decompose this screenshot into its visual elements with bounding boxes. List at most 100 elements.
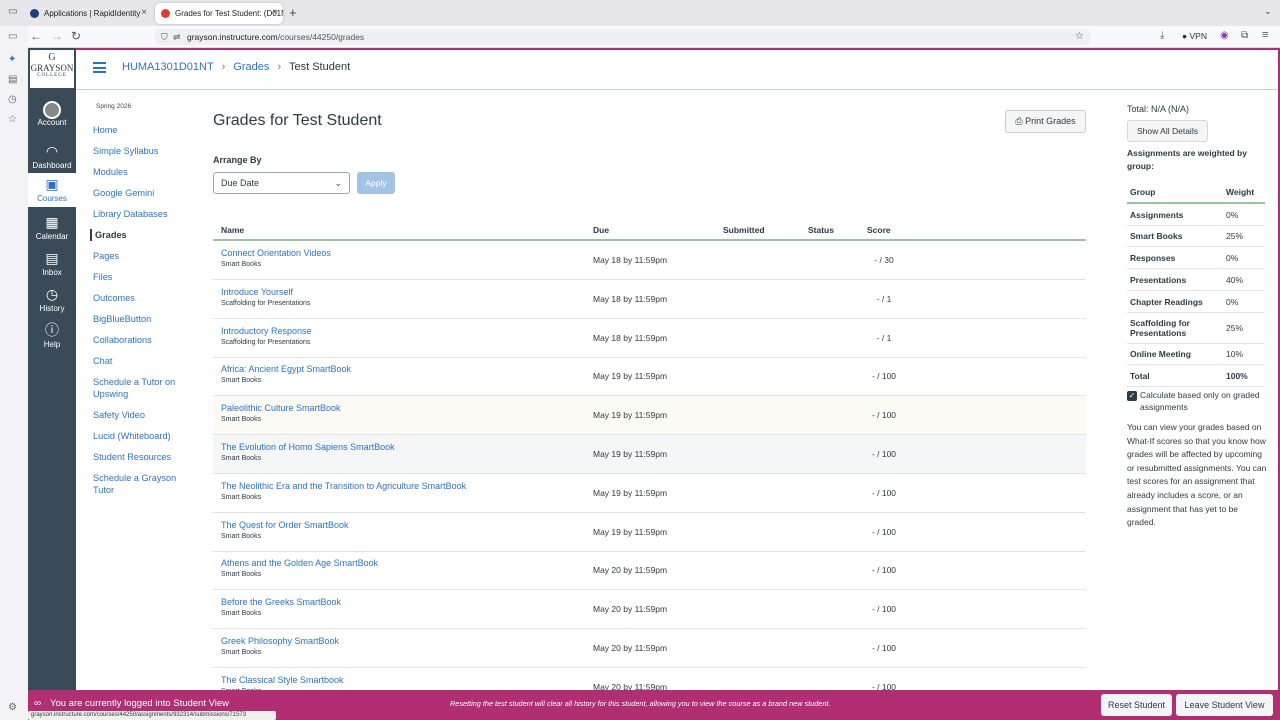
- leave-student-view-button[interactable]: Leave Student View: [1176, 694, 1273, 716]
- bookmarks-star-icon[interactable]: ☆: [8, 114, 17, 125]
- assignment-link[interactable]: Africa: Ancient Egypt SmartBook: [221, 364, 351, 374]
- address-bar-row: ← → ↻ ⛉ ⇌ grayson.instructure.com/course…: [0, 26, 1280, 48]
- menu-icon[interactable]: ≡: [1262, 29, 1268, 41]
- sidebar-toggle-icon[interactable]: ▭: [8, 6, 17, 17]
- global-nav-courses[interactable]: ▣ Courses: [28, 173, 76, 207]
- extensions-icon[interactable]: ⧉: [1241, 30, 1248, 41]
- page-title: Grades for Test Student: [213, 112, 382, 129]
- print-grades-button[interactable]: ⎙ Print Grades: [1005, 110, 1086, 133]
- chevron-down-icon: ⌄: [334, 178, 342, 188]
- assignment-link[interactable]: Introductory Response: [221, 326, 312, 336]
- weight-group: Chapter Readings: [1130, 296, 1203, 307]
- due-date: May 19 by 11:59pm: [593, 449, 668, 459]
- close-tab-icon[interactable]: ×: [141, 7, 147, 18]
- hamburger-menu-icon[interactable]: [93, 62, 106, 73]
- weight-group: Smart Books: [1130, 231, 1183, 242]
- tab-rapididentity[interactable]: Applications | RapidIdentity ×: [24, 3, 152, 24]
- sidebar-panel-icon[interactable]: ▭: [8, 31, 17, 42]
- course-nav-pages[interactable]: Pages: [93, 250, 183, 262]
- help-icon: ⓘ: [45, 322, 59, 338]
- due-date: May 19 by 11:59pm: [593, 526, 668, 537]
- weight-group: Assignments: [1130, 209, 1184, 220]
- score: - / 1: [876, 293, 892, 304]
- inbox-icon: ▤: [45, 250, 59, 266]
- logo-mark-icon: G: [48, 52, 56, 63]
- due-date: May 20 by 11:59pm: [593, 604, 668, 615]
- arrange-by-select[interactable]: Due Date ⌄: [213, 172, 350, 194]
- breadcrumb-grades-link[interactable]: Grades: [233, 61, 269, 73]
- assignment-link[interactable]: The Neolithic Era and the Transition to …: [221, 481, 466, 491]
- url-field[interactable]: ⛉ ⇌ grayson.instructure.com/courses/4425…: [155, 29, 1090, 45]
- show-all-details-button[interactable]: Show All Details: [1127, 120, 1208, 142]
- course-nav-bigbluebutton[interactable]: BigBlueButton: [93, 313, 183, 325]
- history-clock-icon[interactable]: ◷: [8, 94, 17, 105]
- weight-value: 25%: [1226, 322, 1244, 333]
- calculate-graded-only-label[interactable]: Calculate based only on graded assignmen…: [1140, 390, 1270, 413]
- global-nav-help[interactable]: ⓘ Help: [28, 322, 76, 354]
- assignment-link[interactable]: Introduce Yourself: [221, 287, 293, 297]
- global-nav-calendar[interactable]: ▦ Calendar: [28, 214, 76, 246]
- download-icon[interactable]: ⤓: [1160, 30, 1164, 41]
- course-nav-files[interactable]: Files: [93, 271, 183, 283]
- profile-icon[interactable]: ◉: [1220, 30, 1229, 41]
- assignment-link[interactable]: Greek Philosophy SmartBook: [221, 636, 339, 646]
- assignment-group: Smart Books: [221, 649, 262, 656]
- assignment-link[interactable]: The Evolution of Homo Sapiens SmartBook: [221, 442, 395, 452]
- assignment-link[interactable]: Connect Orientation Videos: [221, 248, 331, 258]
- course-nav-home[interactable]: Home: [93, 124, 183, 136]
- course-nav-student-resources[interactable]: Student Resources: [93, 451, 183, 463]
- course-nav-safety-video[interactable]: Safety Video: [93, 409, 183, 421]
- assignment-link[interactable]: Paleolithic Culture SmartBook: [221, 403, 341, 413]
- score: - / 100: [871, 410, 897, 421]
- assignment-link[interactable]: Athens and the Golden Age SmartBook: [221, 558, 378, 568]
- global-nav-dashboard[interactable]: ◠ Dashboard: [28, 143, 76, 175]
- global-nav-inbox[interactable]: ▤ Inbox: [28, 250, 76, 282]
- sparkle-icon[interactable]: ✦: [8, 54, 16, 65]
- weight-value: 0%: [1226, 253, 1239, 263]
- calculate-graded-only-checkbox[interactable]: ✓: [1127, 391, 1137, 401]
- assignment-group: Smart Books: [221, 532, 262, 540]
- tab-grades[interactable]: Grades for Test Student: (D01N ×: [155, 3, 283, 24]
- weight-value: 40%: [1226, 274, 1244, 285]
- reload-icon[interactable]: ↻: [71, 29, 81, 43]
- weights-header-group: Group: [1130, 186, 1156, 197]
- course-nav-schedule-a-grayson-tutor[interactable]: Schedule a Grayson Tutor: [93, 472, 183, 496]
- assignment-link[interactable]: Before the Greeks SmartBook: [221, 597, 341, 607]
- breadcrumb-course-link[interactable]: HUMA1301D01NT: [122, 61, 214, 73]
- score: - / 1: [876, 332, 892, 343]
- course-nav-modules[interactable]: Modules: [93, 166, 183, 178]
- course-nav-collaborations[interactable]: Collaborations: [93, 334, 183, 346]
- assignment-group: Smart Books: [221, 493, 262, 501]
- grayson-logo[interactable]: G GRAYSON COLLEGE: [30, 50, 74, 88]
- avatar-image[interactable]: [43, 101, 61, 119]
- bookmark-star-icon[interactable]: ☆: [1075, 29, 1084, 45]
- course-nav-grades[interactable]: Grades: [90, 229, 180, 241]
- reader-icon[interactable]: ▤: [8, 74, 17, 85]
- course-nav-google-gemini[interactable]: Google Gemini: [93, 187, 183, 199]
- due-date: May 20 by 11:59pm: [593, 565, 668, 576]
- course-nav-simple-syllabus[interactable]: Simple Syllabus: [93, 145, 183, 157]
- course-nav-library-databases[interactable]: Library Databases: [93, 208, 183, 220]
- apply-button[interactable]: Apply: [357, 172, 395, 194]
- weighted-note: Assignments are weighted by group:: [1127, 148, 1247, 171]
- assignment-link[interactable]: The Quest for Order SmartBook: [221, 520, 349, 530]
- score: - / 100: [871, 487, 897, 498]
- settings-gear-icon[interactable]: ⚙: [8, 702, 17, 713]
- close-tab-icon[interactable]: ×: [272, 7, 278, 18]
- back-icon[interactable]: ←: [30, 29, 42, 43]
- course-nav-chat[interactable]: Chat: [93, 355, 183, 367]
- assignment-link[interactable]: The Classical Style Smartbook: [221, 675, 344, 685]
- course-nav-outcomes[interactable]: Outcomes: [93, 292, 183, 304]
- forward-icon[interactable]: →: [51, 29, 63, 43]
- vpn-indicator[interactable]: ● VPN: [1182, 31, 1207, 41]
- reset-student-button[interactable]: Reset Student: [1101, 694, 1172, 716]
- page-info-icon[interactable]: ⇌: [173, 29, 181, 45]
- global-nav-history[interactable]: ◷ History: [28, 286, 76, 318]
- arrange-by-label: Arrange By: [213, 155, 262, 165]
- due-date: May 19 by 11:59pm: [593, 410, 668, 421]
- tab-list-chevron-icon[interactable]: ⌄: [1264, 6, 1272, 17]
- course-nav-schedule-a-tutor-on-upswing[interactable]: Schedule a Tutor on Upswing: [93, 376, 183, 400]
- course-nav-lucid-whiteboard[interactable]: Lucid (Whiteboard): [93, 430, 183, 442]
- table-row: Greek Philosophy SmartBook Smart Books May…: [213, 629, 1086, 668]
- new-tab-icon[interactable]: +: [289, 5, 297, 20]
